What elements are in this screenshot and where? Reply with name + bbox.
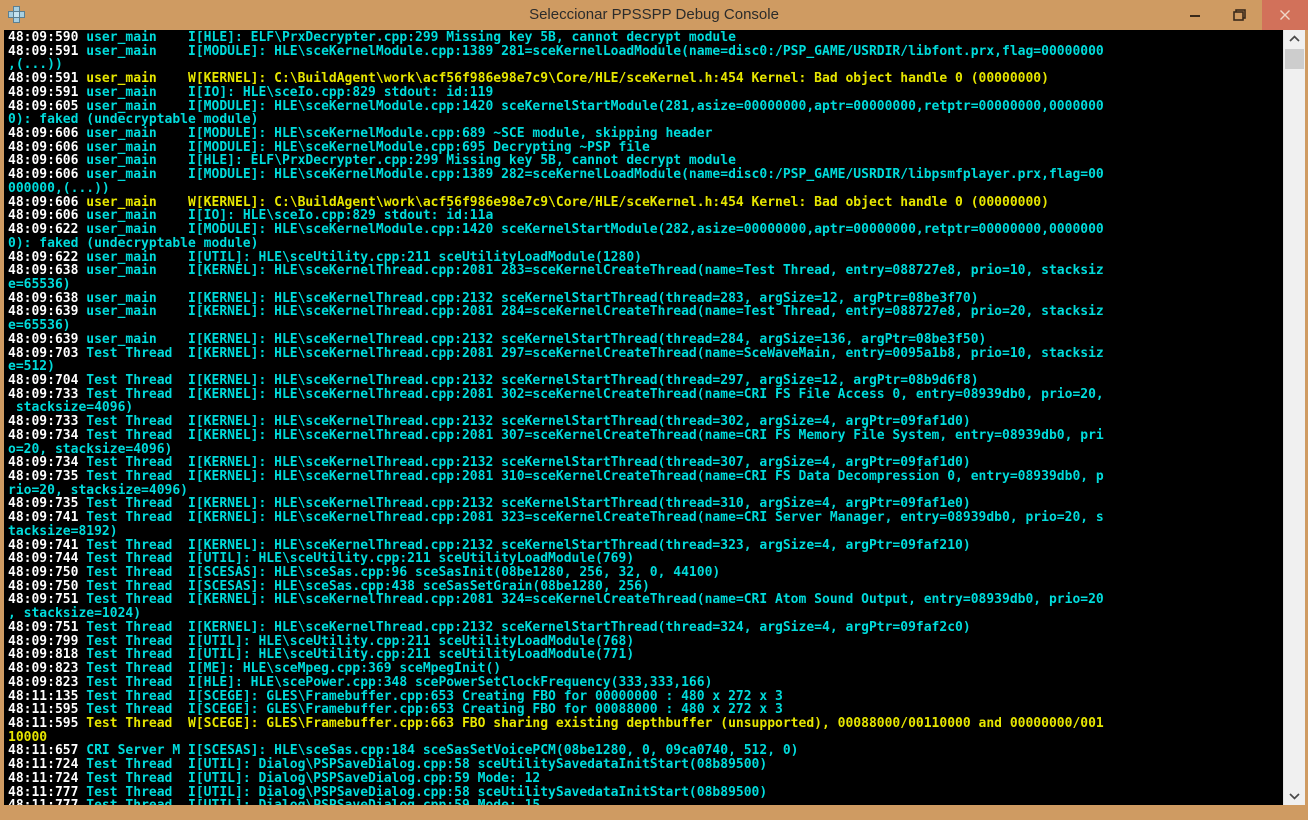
- log-message: user_main I[MODULE]: HLE\sceKernelModule…: [78, 43, 1104, 59]
- log-line: 48:09:639 user_main I[KERNEL]: HLE\sceKe…: [8, 305, 1283, 319]
- log-line: 48:09:591 user_main W[KERNEL]: C:\BuildA…: [8, 72, 1283, 86]
- log-line: 48:09:799 Test Thread I[UTIL]: HLE\sceUt…: [8, 634, 1283, 649]
- ppsspp-dpad-icon: [6, 4, 28, 26]
- log-line: 48:09:606 user_main I[HLE]: ELF\PrxDecry…: [8, 154, 1283, 168]
- log-line-wrap: 0): faked (undecryptable module): [8, 113, 1283, 127]
- minimize-button[interactable]: [1172, 0, 1217, 30]
- log-message: user_main I[KERNEL]: HLE\sceKernelThread…: [78, 304, 1104, 320]
- log-line: 48:09:751 Test Thread I[KERNEL]: HLE\sce…: [8, 621, 1283, 635]
- log-message: user_main I[MODULE]: HLE\sceKernelModule…: [78, 167, 1104, 183]
- log-line: 48:11:595 Test Thread W[SCEGE]: GLES\Fra…: [8, 717, 1283, 731]
- log-line: 48:09:622 user_main I[MODULE]: HLE\sceKe…: [8, 223, 1283, 237]
- log-line: 48:09:639 user_main I[KERNEL]: HLE\sceKe…: [8, 332, 1283, 347]
- log-line: 48:09:622 user_main I[UTIL]: HLE\sceUtil…: [8, 250, 1283, 265]
- log-line-wrap: 10000: [8, 730, 1283, 745]
- log-timestamp: 48:11:777: [8, 798, 78, 805]
- vertical-scrollbar[interactable]: [1283, 30, 1305, 805]
- console-area: 48:09:590 user_main I[HLE]: ELF\PrxDecry…: [4, 30, 1305, 805]
- log-lines: 48:09:590 user_main I[HLE]: ELF\PrxDecry…: [8, 31, 1283, 805]
- log-message: Test Thread I[KERNEL]: HLE\sceKernelThre…: [78, 345, 1104, 361]
- scrollbar-thumb[interactable]: [1285, 49, 1304, 69]
- log-line: 48:09:823 Test Thread I[HLE]: HLE\scePow…: [8, 675, 1283, 690]
- log-line: 48:09:591 user_main I[MODULE]: HLE\sceKe…: [8, 43, 1283, 59]
- log-line: 48:09:704 Test Thread I[KERNEL]: HLE\sce…: [8, 374, 1283, 388]
- log-line: 48:09:735 Test Thread I[KERNEL]: HLE\sce…: [8, 497, 1283, 511]
- log-line: 48:09:606 user_main I[MODULE]: HLE\sceKe…: [8, 168, 1283, 182]
- restore-icon: [1232, 9, 1246, 21]
- log-line: 48:09:750 Test Thread I[SCESAS]: HLE\sce…: [8, 579, 1283, 594]
- log-message: Test Thread I[UTIL]: Dialog\PSPSaveDialo…: [78, 798, 540, 805]
- log-line: 48:11:657 CRI Server M I[SCESAS]: HLE\sc…: [8, 744, 1283, 758]
- log-line: 48:09:605 user_main I[MODULE]: HLE\sceKe…: [8, 99, 1283, 114]
- log-line-wrap: , stacksize=1024): [8, 607, 1283, 621]
- log-message: Test Thread W[SCEGE]: GLES\Framebuffer.c…: [78, 715, 1104, 731]
- log-line: 48:09:744 Test Thread I[UTIL]: HLE\sceUt…: [8, 552, 1283, 566]
- log-message: Test Thread I[KERNEL]: HLE\sceKernelThre…: [78, 427, 1104, 443]
- log-line-wrap: tacksize=8192): [8, 525, 1283, 539]
- log-line: 48:11:724 Test Thread I[UTIL]: Dialog\PS…: [8, 771, 1283, 786]
- close-button[interactable]: [1262, 0, 1308, 30]
- close-icon: [1280, 10, 1290, 20]
- log-line: 48:09:735 Test Thread I[KERNEL]: HLE\sce…: [8, 470, 1283, 484]
- log-line: 48:09:703 Test Thread I[KERNEL]: HLE\sce…: [8, 345, 1283, 361]
- log-line: 48:09:823 Test Thread I[ME]: HLE\sceMpeg…: [8, 662, 1283, 676]
- log-line-wrap: e=512): [8, 360, 1283, 374]
- log-line-wrap: rio=20, stacksize=4096): [8, 483, 1283, 498]
- log-line: 48:09:734 Test Thread I[KERNEL]: HLE\sce…: [8, 427, 1283, 443]
- scrollbar-track[interactable]: [1284, 48, 1305, 787]
- log-line-wrap: ,(...)): [8, 58, 1283, 72]
- log-message: Test Thread I[KERNEL]: HLE\sceKernelThre…: [78, 510, 1104, 526]
- log-line-wrap: 000000,(...)): [8, 182, 1283, 196]
- log-message: Test Thread I[KERNEL]: HLE\sceKernelThre…: [78, 592, 1104, 608]
- window-title: Seleccionar PPSSPP Debug Console: [529, 6, 779, 23]
- log-line: 48:09:733 Test Thread I[KERNEL]: HLE\sce…: [8, 415, 1283, 429]
- minimize-icon: [1189, 15, 1200, 17]
- scroll-down-button[interactable]: [1284, 787, 1305, 805]
- log-line: 48:09:606 user_main I[IO]: HLE\sceIo.cpp…: [8, 209, 1283, 223]
- log-line-wrap: e=65536): [8, 278, 1283, 292]
- chevron-down-icon: [1289, 793, 1300, 800]
- log-line: 48:09:818 Test Thread I[UTIL]: HLE\sceUt…: [8, 648, 1283, 662]
- log-line: 48:09:606 user_main I[MODULE]: HLE\sceKe…: [8, 127, 1283, 141]
- log-message: user_main I[KERNEL]: HLE\sceKernelThread…: [78, 263, 1104, 279]
- log-line: 48:09:591 user_main I[IO]: HLE\sceIo.cpp…: [8, 86, 1283, 100]
- window-frame-bottom: [0, 805, 1308, 820]
- log-line-wrap: 0): faked (undecryptable module): [8, 236, 1283, 251]
- log-line: 48:09:741 Test Thread I[KERNEL]: HLE\sce…: [8, 511, 1283, 525]
- log-line: 48:09:606 user_main W[KERNEL]: C:\BuildA…: [8, 195, 1283, 210]
- log-line: 48:09:751 Test Thread I[KERNEL]: HLE\sce…: [8, 593, 1283, 607]
- debug-console-window: Seleccionar PPSSPP Debug Console 48:09:5…: [0, 0, 1308, 820]
- log-line: 48:11:595 Test Thread I[SCEGE]: GLES\Fra…: [8, 703, 1283, 717]
- window-controls: [1172, 0, 1308, 30]
- restore-button[interactable]: [1217, 0, 1262, 30]
- log-line: 48:09:741 Test Thread I[KERNEL]: HLE\sce…: [8, 538, 1283, 553]
- log-line: 48:11:724 Test Thread I[UTIL]: Dialog\PS…: [8, 758, 1283, 772]
- log-line: 48:09:734 Test Thread I[KERNEL]: HLE\sce…: [8, 456, 1283, 470]
- log-line: 48:09:733 Test Thread I[KERNEL]: HLE\sce…: [8, 386, 1283, 402]
- log-line: 48:11:135 Test Thread I[SCEGE]: GLES\Fra…: [8, 689, 1283, 704]
- log-line-wrap: stacksize=4096): [8, 401, 1283, 415]
- log-line-wrap: o=20, stacksize=4096): [8, 442, 1283, 457]
- log-line: 48:09:606 user_main I[MODULE]: HLE\sceKe…: [8, 140, 1283, 155]
- log-line: 48:11:777 Test Thread I[UTIL]: Dialog\PS…: [8, 785, 1283, 800]
- log-message: Test Thread I[KERNEL]: HLE\sceKernelThre…: [78, 469, 1104, 484]
- log-message: Test Thread I[KERNEL]: HLE\sceKernelThre…: [78, 386, 1104, 402]
- title-bar[interactable]: Seleccionar PPSSPP Debug Console: [0, 0, 1308, 30]
- log-line: 48:09:590 user_main I[HLE]: ELF\PrxDecry…: [8, 31, 1283, 45]
- console-output[interactable]: 48:09:590 user_main I[HLE]: ELF\PrxDecry…: [4, 30, 1283, 805]
- log-line: 48:09:750 Test Thread I[SCESAS]: HLE\sce…: [8, 566, 1283, 580]
- log-line-wrap: e=65536): [8, 319, 1283, 333]
- chevron-up-icon: [1289, 35, 1300, 42]
- log-line: 48:09:638 user_main I[KERNEL]: HLE\sceKe…: [8, 291, 1283, 306]
- log-line: 48:09:638 user_main I[KERNEL]: HLE\sceKe…: [8, 264, 1283, 278]
- scroll-up-button[interactable]: [1284, 30, 1305, 48]
